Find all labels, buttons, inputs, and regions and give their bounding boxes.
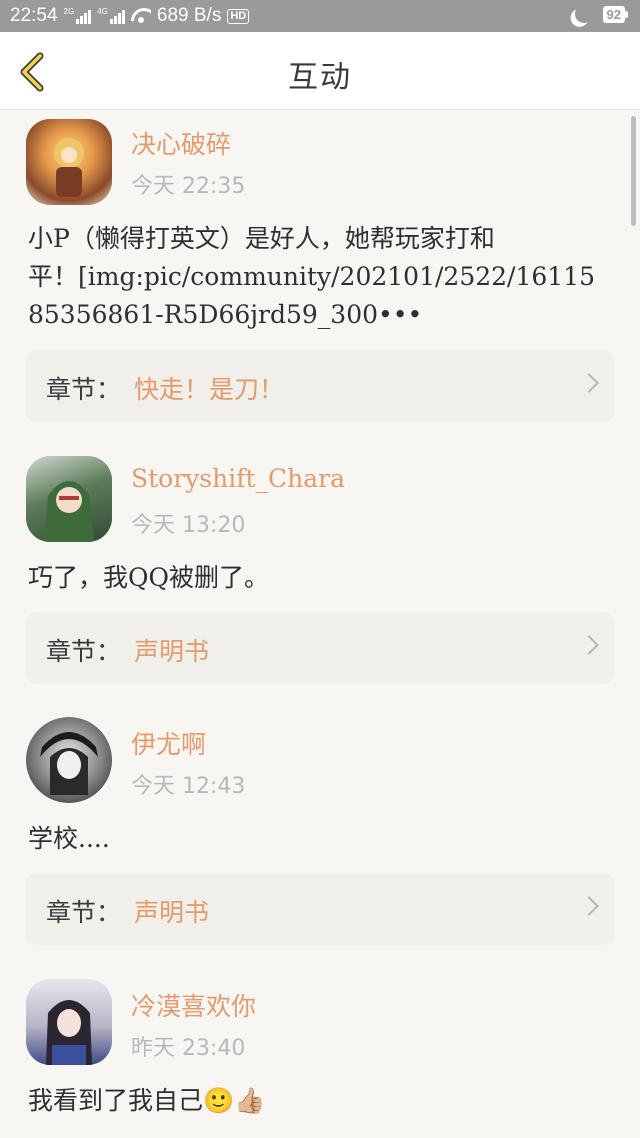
chapter-label: 章节： [46,898,122,927]
avatar-image [46,1000,92,1065]
avatar-image [44,481,94,542]
avatar[interactable] [26,717,112,803]
page-title: 互动 [288,60,352,95]
comment-line: 巧了，我QQ被删了。 [28,563,269,592]
signal-icon-1: 2G [64,8,92,24]
avatar-image [40,732,98,795]
comment-line: 85356861-R5D66jrd59_300••• [28,300,423,329]
timestamp: 昨天 23:40 [131,1036,246,1061]
battery-level: 92 [602,5,625,23]
chapter-name: 声明书 [134,637,210,666]
username[interactable]: 冷漠喜欢你 [131,987,256,1023]
app-header: 互动 [0,32,640,110]
wifi-icon [131,8,151,24]
chevron-right-icon [579,896,599,916]
comment-text: 巧了，我QQ被删了。 [28,559,618,597]
avatar[interactable] [26,119,112,205]
avatar[interactable] [26,456,112,542]
scrollbar[interactable] [631,116,636,226]
comment-line: 小P（懒得打英文）是好人，她帮玩家打和 [28,224,495,253]
chapter-link[interactable]: 章节： 快走！是刀！ [26,350,614,422]
timestamp: 今天 22:35 [131,174,246,199]
chapter-name: 声明书 [134,898,210,927]
username[interactable]: 决心破碎 [131,125,231,161]
chapter-link[interactable]: 章节： 声明书 [26,873,614,945]
comment-line: 我看到了我自己🙂👍🏼 [28,1086,266,1115]
status-bar: 22:54 2G 4G 689 B/s HD 92 [0,0,640,32]
chevron-right-icon [579,635,599,655]
avatar-image [54,138,84,197]
timestamp: 今天 12:43 [131,774,246,799]
comment-text: 小P（懒得打英文）是好人，她帮玩家打和 平！[img:pic/community… [28,220,618,334]
avatar[interactable] [26,979,112,1065]
username[interactable]: Storyshift_Chara [131,464,345,493]
timestamp: 今天 13:20 [131,513,246,538]
network-speed: 689 B/s [156,5,222,26]
comment-text: 我看到了我自己🙂👍🏼 [28,1082,618,1120]
username[interactable]: 伊尤啊 [131,725,206,761]
clock: 22:54 [10,5,58,26]
chapter-label: 章节： [46,637,122,666]
comment-line: 学校.... [28,824,110,853]
chapter-name: 快走！是刀！ [134,375,285,404]
chapter-label: 章节： [46,375,122,404]
hd-voice-icon: HD [227,8,250,24]
signal-icon-2: 4G [97,8,125,24]
chevron-right-icon [579,373,599,393]
chapter-link[interactable]: 章节： 声明书 [26,612,614,684]
battery-icon: 92 [602,5,628,23]
comment-line: 平！[img:pic/community/202101/2522/16115 [28,262,595,291]
comment-text: 学校.... [28,820,618,858]
do-not-disturb-icon [573,4,594,25]
